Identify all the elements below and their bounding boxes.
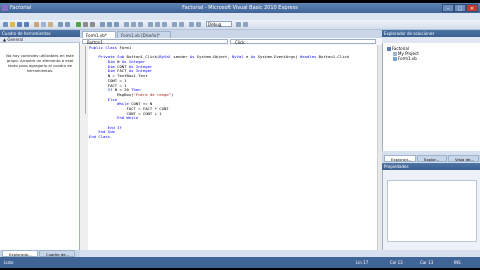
tab-form1-code[interactable]: Form1.vb* (82, 31, 116, 38)
undo-icon[interactable] (58, 22, 63, 27)
tab-class-view[interactable]: Vista de... (448, 155, 479, 162)
status-text: Listo (4, 260, 14, 265)
object-browser-icon[interactable] (243, 22, 248, 27)
paste-icon[interactable] (48, 22, 53, 27)
code-editor: Form1.vb* Form1.vb [Diseño]* Button1 Cli… (80, 30, 382, 250)
bottom-left-tabs: Explorado... Cuadro de... (0, 250, 80, 257)
form-file-icon (393, 57, 397, 61)
solution-tree: Factorial My Project Form1.vb (382, 43, 480, 151)
tree-item-form1[interactable]: Form1.vb (393, 56, 417, 61)
screen: Factorial Factorial - Microsoft Visual B… (0, 0, 480, 270)
tab-explorer[interactable]: Explorado... (2, 250, 38, 257)
status-line: Lín 17 (356, 260, 369, 265)
copy-icon[interactable] (41, 22, 46, 27)
tree-item-label: Form1.vb (398, 56, 417, 61)
solution-explorer-title: Explorador de soluciones (382, 30, 480, 37)
window-title: Factorial - Microsoft Visual Basic 2010 … (182, 5, 298, 11)
find-icon[interactable] (124, 22, 129, 27)
outdent-icon[interactable] (179, 22, 184, 27)
code-area[interactable]: Public Class Form1 Private Sub Button1_C… (80, 45, 382, 250)
properties-title: Propiedades (382, 163, 480, 170)
right-panel-tabs: Explorad... Explor... Vista de... (382, 155, 480, 162)
event-dropdown[interactable]: Click (230, 39, 376, 45)
properties-grid[interactable] (387, 180, 477, 242)
stop-icon[interactable] (90, 22, 95, 27)
project-icon (387, 47, 391, 51)
outline-margin (85, 46, 86, 114)
toolbox-icon[interactable] (236, 22, 241, 27)
uncomment-icon[interactable] (138, 22, 143, 27)
editor-gutter (80, 45, 88, 250)
close-button[interactable]: ✕ (466, 4, 478, 12)
toolbox-title: Cuadro de herramientas (0, 30, 80, 37)
step-into-icon[interactable] (100, 22, 105, 27)
comment-icon[interactable] (131, 22, 136, 27)
toolbox-empty-message: No hay controles utilizables en este gru… (6, 53, 74, 73)
solution-explorer-icon[interactable] (189, 22, 194, 27)
code-line[interactable]: End Class (89, 134, 349, 140)
title-bar: Factorial Factorial - Microsoft Visual B… (0, 3, 480, 13)
step-out-icon[interactable] (114, 22, 119, 27)
maximize-button[interactable]: □ (454, 4, 466, 12)
status-bar: Listo Lín 17 Col 13 Car 13 INS (0, 257, 480, 268)
tab-database-explorer[interactable]: Explor... (417, 155, 447, 162)
tab-solution-explorer[interactable]: Explorad... (384, 155, 416, 162)
properties-body (382, 170, 480, 250)
tab-toolbox[interactable]: Cuadro de... (39, 250, 75, 257)
cut-icon[interactable] (34, 22, 39, 27)
code-text[interactable]: Public Class Form1 Private Sub Button1_C… (89, 45, 349, 140)
document-tabs: Form1.vb* Form1.vb [Diseño]* (80, 30, 382, 38)
tab-form1-design[interactable]: Form1.vb [Diseño]* (117, 31, 171, 38)
next-bookmark-icon[interactable] (155, 22, 160, 27)
ide-window: Factorial Factorial - Microsoft Visual B… (0, 3, 480, 268)
step-over-icon[interactable] (107, 22, 112, 27)
toolbar: Debug (0, 20, 480, 30)
toolbox-section-label: General (7, 37, 24, 42)
status-insert-mode: INS (454, 260, 461, 265)
configuration-dropdown[interactable]: Debug (206, 21, 232, 27)
toolbox-body: No hay controles utilizables en este gru… (0, 43, 80, 250)
minimize-button[interactable]: – (442, 4, 454, 12)
status-column: Col 13 (390, 260, 403, 265)
indent-icon[interactable] (172, 22, 177, 27)
pause-icon[interactable] (83, 22, 88, 27)
open-icon[interactable] (10, 22, 15, 27)
menu-bar: Archivo Editar Ver Proyecto Generar Depu… (0, 13, 480, 29)
toolbox-panel: Cuadro de herramientas ▲ General No hay … (0, 30, 80, 250)
start-debugging-icon[interactable] (76, 22, 81, 27)
object-dropdown[interactable]: Button1 (82, 39, 228, 45)
properties-icon[interactable] (196, 22, 201, 27)
bookmark-icon[interactable] (148, 22, 153, 27)
status-char: Car 13 (420, 260, 434, 265)
new-project-icon[interactable] (3, 22, 8, 27)
save-icon[interactable] (17, 22, 22, 27)
properties-panel: Propiedades (382, 163, 480, 250)
solution-explorer-panel: Explorador de soluciones Factorial My Pr… (382, 30, 480, 155)
redo-icon[interactable] (65, 22, 70, 27)
save-all-icon[interactable] (24, 22, 29, 27)
previous-bookmark-icon[interactable] (162, 22, 167, 27)
